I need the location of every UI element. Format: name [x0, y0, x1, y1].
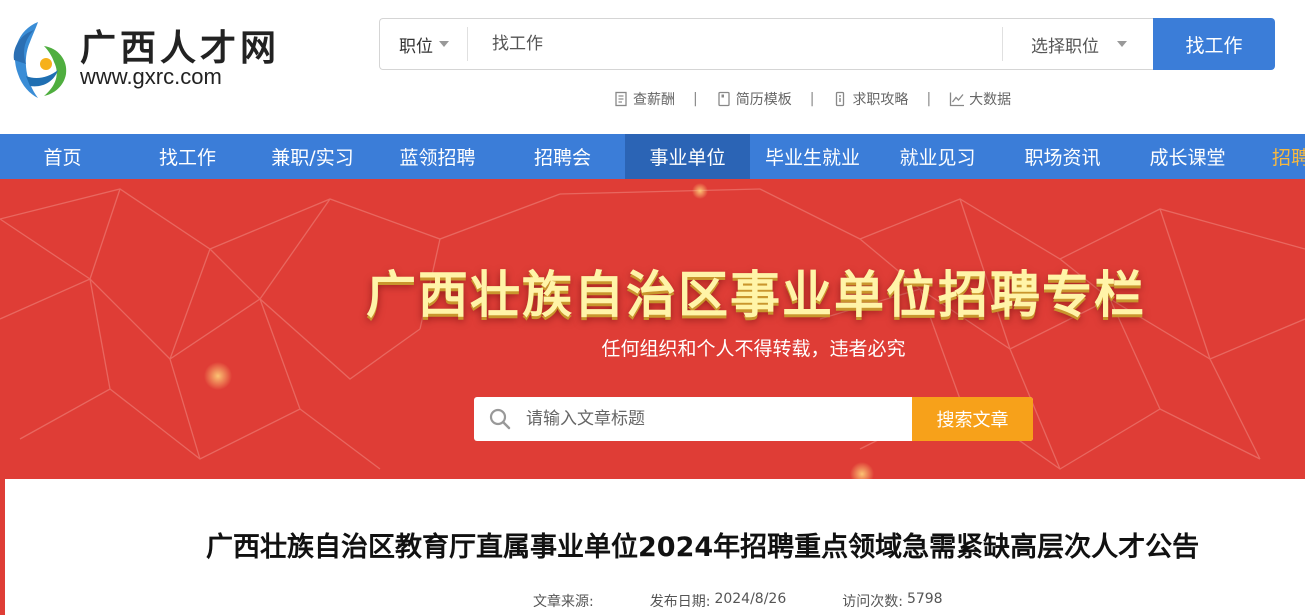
chevron-down-icon: [439, 41, 449, 47]
quick-link-label: 简历模板: [735, 92, 792, 108]
nav-item-job-fair[interactable]: 招聘会: [500, 134, 625, 179]
source-value: [594, 591, 650, 611]
site-header: 广西人才网 www.gxrc.com 职位 选择职位 找工作 查薪酬 |: [0, 0, 1305, 134]
divider: [467, 27, 468, 61]
nav-item-graduate[interactable]: 毕业生就业: [750, 134, 875, 179]
banner: 广西壮族自治区事业单位招聘专栏 任何组织和个人不得转载，违者必究 搜索文章: [0, 179, 1305, 479]
quick-link-guide[interactable]: 求职攻略: [832, 89, 908, 109]
guide-icon: [836, 91, 845, 107]
quick-link-label: 查薪酬: [633, 92, 675, 108]
main-nav: 首页 找工作 兼职/实习 蓝领招聘 招聘会 事业单位 毕业生就业 就业见习 职场…: [0, 134, 1305, 179]
separator: |: [693, 91, 698, 107]
job-search-box: 职位 选择职位: [379, 18, 1155, 70]
search-type-label: 职位: [399, 36, 433, 57]
position-select[interactable]: 选择职位: [1004, 19, 1154, 69]
nav-item-part-time[interactable]: 兼职/实习: [250, 134, 375, 179]
article-search-input[interactable]: [526, 397, 910, 441]
chart-icon: [950, 92, 965, 107]
left-accent-strip: [0, 479, 5, 615]
quick-link-label: 求职攻略: [852, 92, 909, 108]
article: 广西壮族自治区教育厅直属事业单位2024年招聘重点领域急需紧缺高层次人才公告 文…: [0, 479, 1305, 615]
date-label: 发布日期:: [649, 594, 711, 610]
nav-item-home[interactable]: 首页: [0, 134, 125, 179]
resume-icon: [718, 91, 730, 107]
find-job-button[interactable]: 找工作: [1153, 18, 1275, 70]
quick-links: 查薪酬 | 简历模板 | 求职攻略 | 大数据: [613, 88, 1011, 110]
nav-item-growth-class[interactable]: 成长课堂: [1125, 134, 1250, 179]
nav-item-public-institution[interactable]: 事业单位: [625, 134, 750, 179]
nav-item-blue-collar[interactable]: 蓝领招聘: [375, 134, 500, 179]
article-meta: 文章来源: 发布日期: 2024/8/26 访问次数: 5798: [533, 591, 943, 611]
visits-label: 访问次数:: [842, 594, 903, 610]
nav-item-career-news[interactable]: 职场资讯: [1000, 134, 1125, 179]
date-value: 2024/8/26: [714, 591, 787, 607]
nav-item-find-job[interactable]: 找工作: [125, 134, 250, 179]
article-search-box: 搜索文章: [474, 397, 1033, 441]
article-title: 广西壮族自治区教育厅直属事业单位2024年招聘重点领域急需紧缺高层次人才公告: [206, 532, 1200, 563]
quick-link-label: 大数据: [969, 92, 1012, 108]
visits-value: 5798: [906, 591, 943, 607]
logo-name: 广西人才网: [80, 27, 281, 69]
banner-subtitle: 任何组织和个人不得转载，违者必究: [601, 338, 906, 360]
chevron-down-icon: [1117, 41, 1127, 47]
logo-mark-icon: [13, 22, 67, 98]
salary-book-icon: [615, 91, 627, 107]
quick-link-resume[interactable]: 简历模板: [716, 89, 792, 109]
position-select-label: 选择职位: [1031, 36, 1099, 57]
nav-item-internship[interactable]: 就业见习: [875, 134, 1000, 179]
banner-title: 广西壮族自治区事业单位招聘专栏: [366, 266, 1146, 324]
job-search-input[interactable]: [480, 19, 1000, 69]
separator: |: [926, 91, 932, 107]
quick-link-big-data[interactable]: 大数据: [949, 89, 1011, 109]
divider: [1002, 27, 1003, 61]
nav-item-recruit[interactable]: 招聘: [1250, 134, 1305, 179]
logo-url: www.gxrc.com: [80, 64, 222, 89]
separator: |: [809, 91, 815, 107]
search-type-dropdown[interactable]: 职位: [380, 19, 468, 69]
search-article-button[interactable]: 搜索文章: [912, 397, 1033, 441]
quick-link-salary[interactable]: 查薪酬: [613, 89, 675, 109]
site-logo[interactable]: 广西人才网 www.gxrc.com: [4, 14, 284, 104]
source-label: 文章来源:: [533, 594, 594, 610]
search-icon: [489, 408, 511, 430]
